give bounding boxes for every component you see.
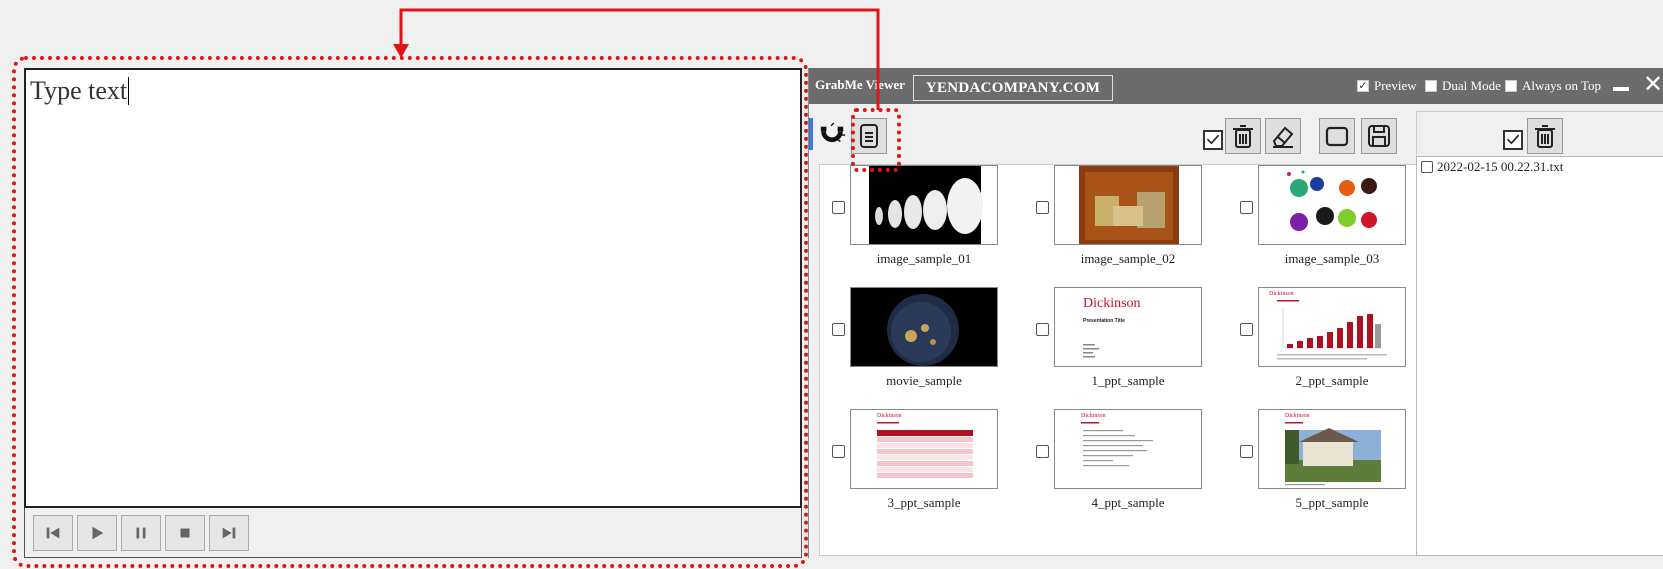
stop-icon	[180, 528, 190, 538]
thumbnail[interactable]	[850, 165, 998, 245]
thumbnail[interactable]: Dickinson	[1258, 287, 1406, 367]
item-checkbox[interactable]	[832, 323, 845, 336]
thumbnail[interactable]: Dickinson	[850, 409, 998, 489]
always-on-top-label: Always on Top	[1522, 78, 1602, 93]
thumbnail[interactable]	[1258, 165, 1406, 245]
save-icon	[1368, 125, 1390, 147]
item-checkbox[interactable]	[1240, 445, 1253, 458]
gallery-item[interactable]: Dickinson 5_ppt_sample	[1240, 409, 1440, 529]
stop-button[interactable]	[165, 515, 205, 551]
file-list: 2022-02-15 00.22.31.txt	[1416, 156, 1663, 556]
always-on-top-option[interactable]: Always on Top	[1505, 78, 1601, 94]
magnet-icon	[820, 122, 846, 143]
item-checkbox[interactable]	[832, 445, 845, 458]
minimize-icon[interactable]	[1613, 87, 1629, 91]
select-all-checkbox[interactable]	[1203, 130, 1223, 150]
thumbnail[interactable]: Dickinson	[1054, 409, 1202, 489]
viewer-titlebar: GrabMe Viewer YENDACOMPANY.COM Preview D…	[809, 68, 1663, 104]
item-checkbox[interactable]	[1240, 323, 1253, 336]
thumbnail[interactable]: Dickinson	[1258, 409, 1406, 489]
thumbnail-gallery: image_sample_01 image_sample_02 image_sa…	[819, 164, 1427, 556]
magnet-button[interactable]	[815, 118, 849, 154]
gallery-item[interactable]: image_sample_03	[1240, 165, 1440, 285]
item-caption: image_sample_03	[1284, 251, 1380, 266]
app-title: GrabMe Viewer	[815, 77, 905, 92]
next-track-button[interactable]	[209, 515, 249, 551]
thumbnail[interactable]	[850, 287, 998, 367]
item-caption: image_sample_02	[1080, 251, 1176, 266]
erase-button[interactable]	[1265, 118, 1301, 154]
file-item[interactable]: 2022-02-15 00.22.31.txt	[1421, 159, 1563, 175]
gallery-item[interactable]: Dickinson 3_ppt_sample	[832, 409, 1032, 529]
folder-icon	[1325, 126, 1349, 147]
gallery-item[interactable]: Dickinson 2_ppt_sample	[1240, 287, 1440, 407]
close-icon[interactable]: ✕	[1643, 70, 1663, 98]
item-checkbox[interactable]	[1036, 201, 1049, 214]
check-icon	[1206, 134, 1220, 145]
playback-controls	[24, 508, 802, 558]
file-checkbox[interactable]	[1421, 161, 1433, 173]
skip-back-icon	[46, 527, 60, 539]
text-editor-panel: Type text	[24, 68, 802, 508]
gallery-item[interactable]: Dickinson Presentation Title 1_ppt_sampl…	[1036, 287, 1236, 407]
annotation-button-highlight	[851, 108, 901, 172]
item-checkbox[interactable]	[832, 201, 845, 214]
dual-mode-label: Dual Mode	[1442, 78, 1501, 93]
gallery-item[interactable]: image_sample_01	[832, 165, 1032, 285]
file-panel-header	[1416, 111, 1663, 157]
preview-label: Preview	[1374, 78, 1417, 93]
skip-forward-icon	[222, 527, 236, 539]
item-checkbox[interactable]	[1036, 323, 1049, 336]
gallery-item[interactable]: movie_sample	[832, 287, 1032, 407]
thumbnail[interactable]: Dickinson Presentation Title	[1054, 287, 1202, 367]
grabme-viewer-window: GrabMe Viewer YENDACOMPANY.COM Preview D…	[808, 68, 1663, 558]
pause-button[interactable]	[121, 515, 161, 551]
select-all-files-checkbox[interactable]	[1503, 130, 1523, 150]
gallery-item[interactable]: Dickinson 4_ppt_sample	[1036, 409, 1236, 529]
item-caption: movie_sample	[886, 373, 962, 388]
eraser-icon	[1272, 126, 1294, 148]
dual-mode-option[interactable]: Dual Mode	[1425, 78, 1501, 94]
item-caption: image_sample_01	[876, 251, 972, 266]
open-folder-button[interactable]	[1319, 118, 1355, 154]
always-on-top-checkbox[interactable]	[1505, 80, 1517, 92]
item-caption: 1_ppt_sample	[1091, 373, 1165, 388]
mode-indicator	[809, 118, 813, 150]
item-caption: 3_ppt_sample	[887, 495, 961, 510]
editor-text: Type text	[30, 76, 128, 105]
item-caption: 2_ppt_sample	[1295, 373, 1369, 388]
item-checkbox[interactable]	[1240, 201, 1253, 214]
delete-files-button[interactable]	[1527, 118, 1563, 154]
item-caption: 4_ppt_sample	[1091, 495, 1165, 510]
pause-icon	[136, 527, 146, 539]
preview-option[interactable]: Preview	[1357, 78, 1417, 94]
play-button[interactable]	[77, 515, 117, 551]
prev-track-button[interactable]	[33, 515, 73, 551]
gallery-item[interactable]: image_sample_02	[1036, 165, 1236, 285]
dual-mode-checkbox[interactable]	[1425, 80, 1437, 92]
text-input-area[interactable]: Type text	[26, 70, 800, 506]
text-caret	[128, 77, 130, 105]
item-checkbox[interactable]	[1036, 445, 1049, 458]
trash-icon	[1535, 125, 1555, 148]
trash-icon	[1233, 125, 1253, 148]
delete-button[interactable]	[1225, 118, 1261, 154]
file-name: 2022-02-15 00.22.31.txt	[1437, 159, 1564, 174]
preview-checkbox[interactable]	[1357, 80, 1369, 92]
site-link[interactable]: YENDACOMPANY.COM	[913, 75, 1113, 101]
play-icon	[92, 526, 104, 540]
item-caption: 5_ppt_sample	[1295, 495, 1369, 510]
thumbnail[interactable]	[1054, 165, 1202, 245]
save-button[interactable]	[1361, 118, 1397, 154]
check-icon	[1506, 134, 1520, 145]
